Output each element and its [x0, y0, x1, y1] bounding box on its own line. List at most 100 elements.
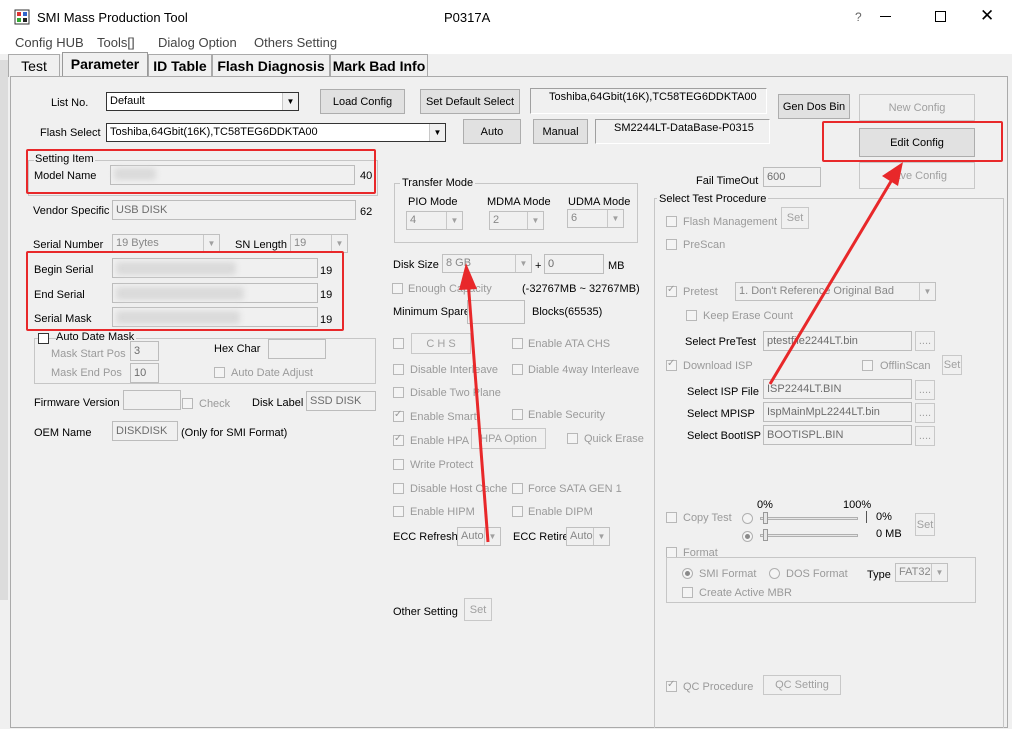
enable-smart-checkbox[interactable]: [393, 409, 404, 422]
auto-date-mask-checkbox[interactable]: [38, 333, 49, 344]
load-config-button[interactable]: Load Config: [320, 89, 405, 114]
flash-select-dropdown[interactable]: Toshiba,64Gbit(16K),TC58TEG6DDKTA00 ▼: [106, 123, 446, 142]
disable-host-cache-checkbox[interactable]: [393, 483, 404, 494]
pio-mode-select[interactable]: 4 ▼: [406, 211, 463, 230]
tab-flash-diagnosis[interactable]: Flash Diagnosis: [212, 54, 330, 77]
quick-erase-checkbox[interactable]: [567, 433, 578, 444]
download-isp-checkbox[interactable]: [666, 358, 677, 371]
disk-size-select[interactable]: 8 GB ▼: [442, 254, 532, 273]
select-isp-browse-button[interactable]: ....: [915, 380, 935, 400]
fail-timeout-label: Fail TimeOut: [696, 175, 759, 187]
set-default-select-button[interactable]: Set Default Select: [420, 89, 520, 114]
enable-hipm-checkbox[interactable]: [393, 506, 404, 517]
disk-size-extra-field[interactable]: 0: [544, 254, 604, 274]
prescan-checkbox[interactable]: [666, 239, 677, 250]
other-setting-set-button[interactable]: Set: [464, 598, 492, 621]
auto-button[interactable]: Auto: [463, 119, 521, 144]
ecc-retire-select[interactable]: Auto ▼: [566, 527, 610, 546]
tab-parameter[interactable]: Parameter: [62, 52, 148, 77]
menu-tools[interactable]: Tools[]: [97, 35, 135, 50]
hpa-option-button[interactable]: HPA Option: [471, 428, 546, 449]
chs-checkbox[interactable]: [393, 338, 404, 349]
disk-label-field[interactable]: SSD DISK: [306, 391, 376, 411]
copy-test-mb-radio[interactable]: [742, 531, 753, 542]
pretest-checkbox[interactable]: [666, 284, 677, 297]
copy-test-mb-slider[interactable]: [760, 534, 858, 537]
pretest-select[interactable]: 1. Don't Reference Original Bad ▼: [735, 282, 936, 301]
qc-setting-button[interactable]: QC Setting: [763, 675, 841, 695]
chevron-down-icon: ▼: [593, 528, 609, 545]
enable-security-label: Enable Security: [528, 409, 606, 421]
ecc-refresh-select[interactable]: Auto ▼: [457, 527, 501, 546]
hex-char-label: Hex Char: [214, 343, 261, 355]
vendor-specific-field[interactable]: USB DISK: [112, 200, 356, 220]
offlinscan-checkbox[interactable]: [862, 360, 873, 371]
create-active-mbr-checkbox[interactable]: [682, 587, 693, 598]
slider-thumb[interactable]: [763, 529, 768, 541]
firmware-version-field[interactable]: [123, 390, 181, 410]
maximize-icon[interactable]: [935, 11, 946, 22]
select-bootisp-browse-button[interactable]: ....: [915, 426, 935, 446]
qc-procedure-checkbox[interactable]: [666, 679, 677, 692]
new-config-button[interactable]: New Config: [859, 94, 975, 121]
fail-timeout-field[interactable]: 600: [763, 167, 821, 187]
disable-interleave-checkbox[interactable]: [393, 364, 404, 375]
disable-two-plane-checkbox[interactable]: [393, 387, 404, 398]
dos-format-radio[interactable]: [769, 568, 780, 579]
mdma-mode-select[interactable]: 2 ▼: [489, 211, 544, 230]
gen-dos-bin-button[interactable]: Gen Dos Bin: [778, 94, 850, 119]
select-pretest-field[interactable]: ptestfile2244LT.bin: [763, 331, 912, 351]
smi-format-radio[interactable]: [682, 568, 693, 579]
hex-char-field[interactable]: [268, 339, 326, 359]
select-bootisp-field[interactable]: BOOTISPL.BIN: [763, 425, 912, 445]
tab-test[interactable]: Test: [8, 54, 60, 77]
slider-thumb[interactable]: [763, 512, 768, 524]
list-no-select[interactable]: Default ▼: [106, 92, 299, 111]
auto-date-adjust-checkbox[interactable]: [214, 367, 225, 378]
select-mpisp-browse-button[interactable]: ....: [915, 403, 935, 423]
flash-management-set-button[interactable]: Set: [781, 207, 809, 229]
chevron-down-icon: ▼: [919, 283, 935, 300]
menu-others-setting[interactable]: Others Setting: [254, 35, 337, 50]
tab-mark-bad-info[interactable]: Mark Bad Info: [330, 54, 428, 77]
flash-management-checkbox[interactable]: [666, 216, 677, 227]
select-mpisp-field[interactable]: IspMainMpL2244LT.bin: [763, 402, 912, 422]
save-config-button[interactable]: Save Config: [859, 162, 975, 189]
enable-ata-chs-checkbox[interactable]: [512, 338, 523, 349]
close-icon[interactable]: ✕: [980, 6, 994, 26]
copy-test-set-button[interactable]: Set: [915, 513, 935, 536]
copy-test-checkbox[interactable]: [666, 512, 677, 523]
help-icon[interactable]: ?: [855, 10, 867, 24]
copy-test-percent-radio[interactable]: [742, 513, 753, 524]
force-sata-gen1-checkbox[interactable]: [512, 483, 523, 494]
select-pretest-browse-button[interactable]: ....: [915, 331, 935, 351]
copy-test-mb-value: 0 MB: [876, 528, 902, 540]
select-isp-field[interactable]: ISP2244LT.BIN: [763, 379, 912, 399]
tab-id-table[interactable]: ID Table: [148, 54, 212, 77]
select-mpisp-label: Select MPISP: [687, 408, 755, 420]
enable-dipm-checkbox[interactable]: [512, 506, 523, 517]
offlinscan-set-button[interactable]: Set: [942, 355, 962, 375]
menu-dialog-option[interactable]: Dialog Option: [158, 35, 237, 50]
mask-start-pos-field[interactable]: 3: [130, 341, 159, 361]
write-protect-checkbox[interactable]: [393, 459, 404, 470]
copy-test-percent-slider[interactable]: [760, 517, 858, 520]
enable-hpa-checkbox[interactable]: [393, 433, 404, 446]
minimum-spare-field[interactable]: [467, 300, 525, 324]
enough-capacity-checkbox[interactable]: [392, 283, 403, 294]
minimize-icon[interactable]: [880, 16, 891, 17]
check-checkbox[interactable]: [182, 398, 193, 409]
format-type-select[interactable]: FAT32 ▼: [895, 563, 948, 582]
enable-security-checkbox[interactable]: [512, 409, 523, 420]
manual-button[interactable]: Manual: [533, 119, 588, 144]
oem-name-field[interactable]: DISKDISK: [112, 421, 178, 441]
window-version: P0317A: [444, 10, 491, 25]
chevron-down-icon: ▼: [607, 210, 623, 227]
disable-host-cache-label: Disable Host Cache: [410, 483, 508, 495]
menu-config-hub[interactable]: Config HUB: [15, 35, 84, 50]
chs-button[interactable]: C H S: [411, 333, 471, 354]
udma-mode-select[interactable]: 6 ▼: [567, 209, 624, 228]
disable-4way-checkbox[interactable]: [512, 364, 523, 375]
keep-erase-count-checkbox[interactable]: [686, 310, 697, 321]
mask-end-pos-field[interactable]: 10: [130, 363, 159, 383]
